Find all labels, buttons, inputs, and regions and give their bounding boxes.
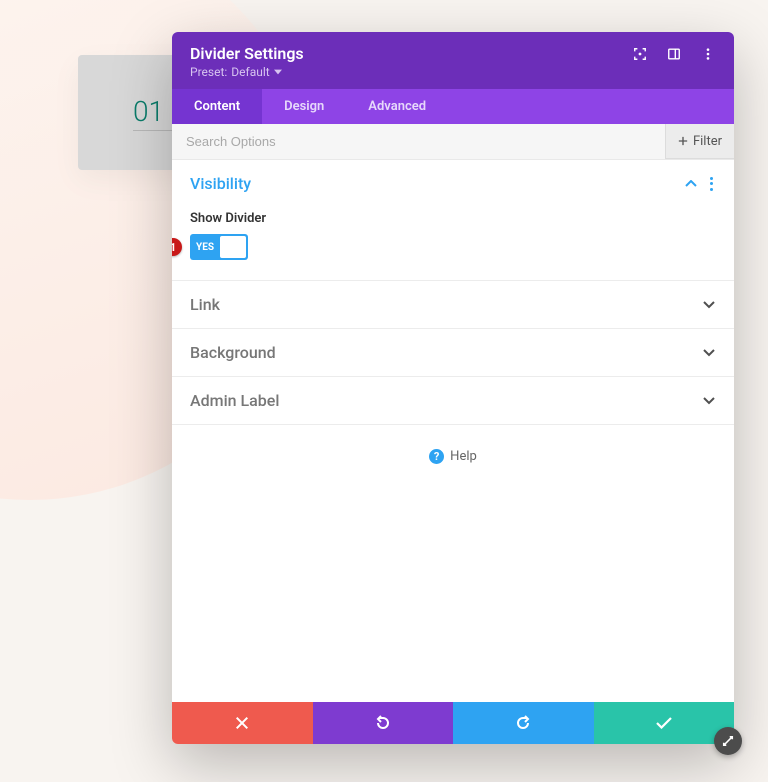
filter-label: Filter [693,134,722,149]
chevron-down-icon [702,394,716,408]
save-button[interactable] [594,702,735,744]
search-input[interactable] [172,124,665,159]
preset-prefix: Preset: [190,65,227,79]
section-kebab-icon[interactable] [706,177,716,191]
section-header-visibility[interactable]: Visibility [172,160,734,207]
show-divider-toggle[interactable]: YES [190,234,248,260]
section-visibility: Visibility 1 Show Divider YES [172,160,734,281]
preset-value: Default [231,65,269,79]
cancel-button[interactable] [172,702,313,744]
kebab-menu-icon[interactable] [700,46,716,62]
tab-design[interactable]: Design [262,89,346,124]
side-panel-icon[interactable] [666,46,682,62]
settings-modal: Divider Settings [172,32,734,744]
section-header-admin-label[interactable]: Admin Label [172,377,734,424]
chevron-down-icon [702,298,716,312]
tabs-bar: Content Design Advanced [172,89,734,124]
section-title-admin-label: Admin Label [190,391,279,410]
section-link: Link [172,281,734,329]
toggle-knob [220,236,246,258]
preset-dropdown[interactable]: Preset: Default [190,65,716,79]
toggle-yes-label: YES [196,242,214,253]
close-icon [235,716,249,730]
section-header-link[interactable]: Link [172,281,734,328]
check-icon [656,717,672,729]
tab-content[interactable]: Content [172,89,262,124]
panel-body: Visibility 1 Show Divider YES [172,160,734,702]
caret-down-icon [274,69,282,75]
undo-icon [375,715,391,731]
section-admin-label: Admin Label [172,377,734,425]
chevron-up-icon [684,177,698,191]
modal-title: Divider Settings [190,44,304,63]
annotation-badge: 1 [172,238,182,256]
search-bar: Filter [172,124,734,160]
help-link[interactable]: ? Help [172,425,734,488]
help-label: Help [450,449,477,464]
redo-button[interactable] [453,702,594,744]
undo-button[interactable] [313,702,454,744]
redo-icon [515,715,531,731]
section-title-visibility: Visibility [190,174,251,193]
focus-icon[interactable] [632,46,648,62]
resize-diagonal-icon [722,735,734,747]
section-title-link: Link [190,295,220,314]
section-background: Background [172,329,734,377]
resize-handle[interactable] [714,727,742,755]
modal-header-actions [632,46,716,62]
filter-button[interactable]: Filter [665,124,734,159]
section-content-visibility: 1 Show Divider YES [172,207,734,280]
tab-advanced[interactable]: Advanced [346,89,448,124]
chevron-down-icon [702,346,716,360]
section-header-background[interactable]: Background [172,329,734,376]
modal-header: Divider Settings [172,32,734,89]
help-icon: ? [429,449,444,464]
show-divider-label: Show Divider [190,211,716,226]
section-title-background: Background [190,343,276,362]
plus-icon [678,136,688,146]
modal-footer [172,702,734,744]
